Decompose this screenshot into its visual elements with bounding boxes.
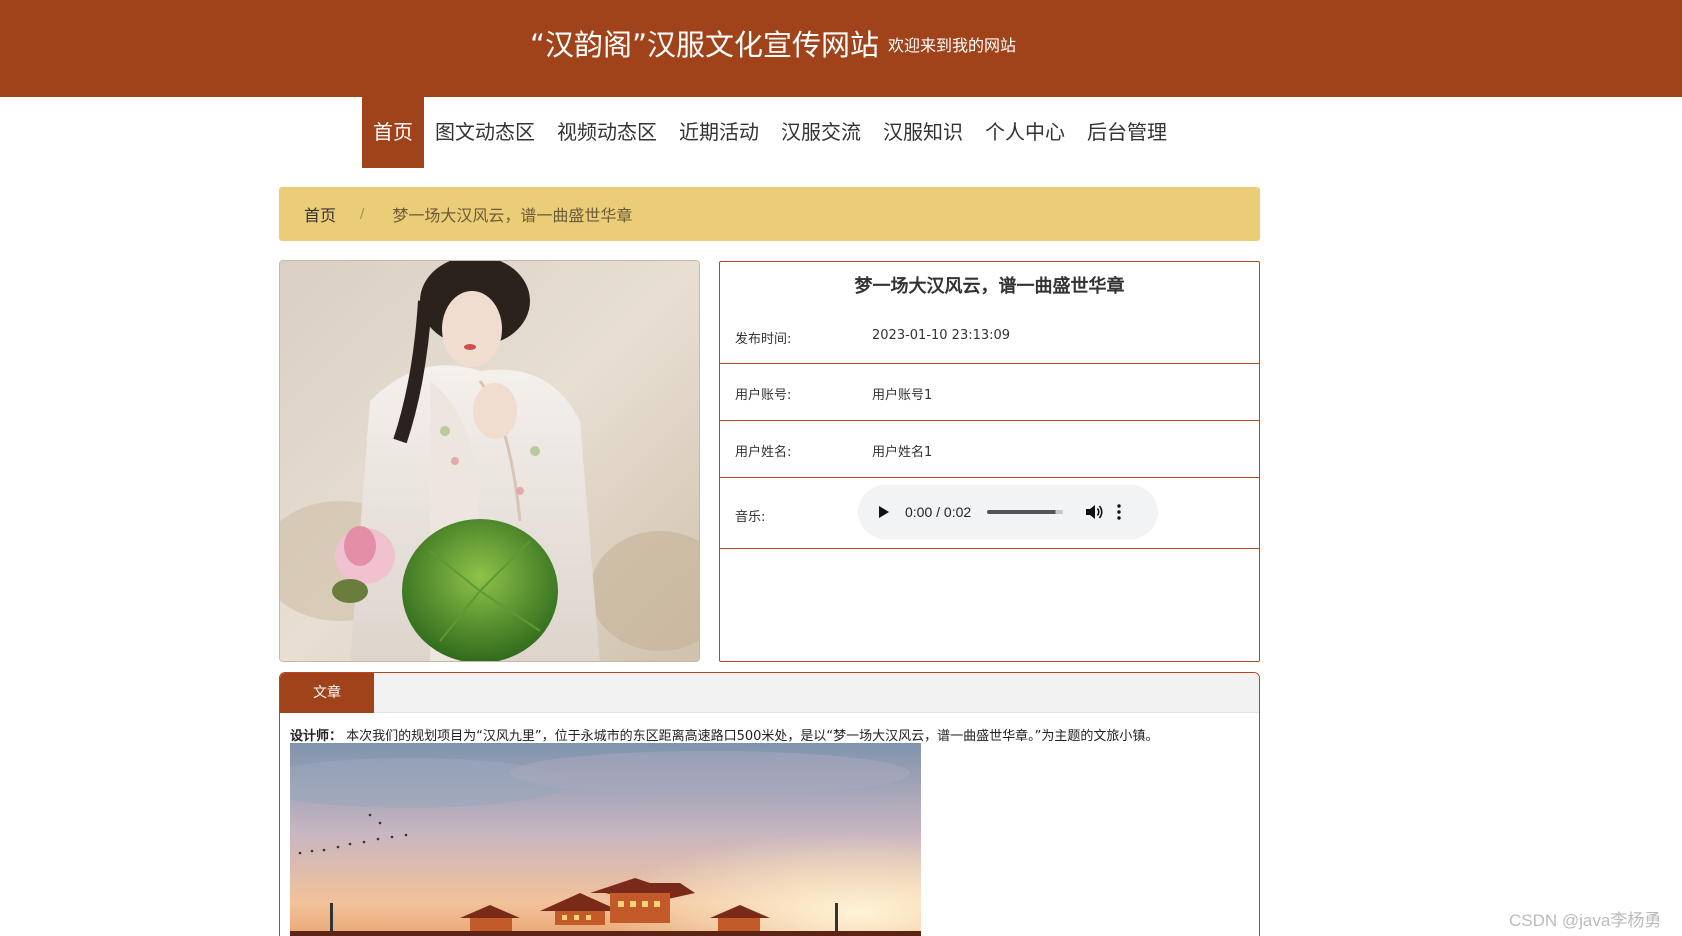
audio-time: 0:00 / 0:02 xyxy=(905,504,972,520)
detail-title: 梦一场大汉风云，谱一曲盛世华章 xyxy=(854,276,1125,297)
main-nav: 首页 图文动态区 视频动态区 近期活动 汉服交流 汉服知识 个人中心 后台管理 xyxy=(362,97,1178,168)
nav-item-image-news[interactable]: 图文动态区 xyxy=(424,97,546,168)
publish-time-value: 2023-01-10 23:13:09 xyxy=(872,328,1011,343)
site-title: “汉韵阁”汉服文化宣传网站 xyxy=(530,28,880,62)
account-label: 用户账号: xyxy=(735,388,792,403)
article-content: 设计师： 本次我们的规划项目为“汉风九里”，位于永城市的东区距离高速路口500米… xyxy=(280,713,1259,744)
detail-cover-image xyxy=(279,260,700,662)
publish-time-row: 发布时间: 2023-01-10 23:13:09 xyxy=(720,312,1259,364)
article-text: 本次我们的规划项目为“汉风九里”，位于永城市的东区距离高速路口500米处，是以“… xyxy=(342,729,1159,744)
music-label: 音乐: xyxy=(735,510,766,525)
name-label: 用户姓名: xyxy=(735,445,792,460)
more-options-icon[interactable] xyxy=(1117,504,1121,520)
audio-player: 0:00 / 0:02 xyxy=(858,485,1158,539)
nav-item-home[interactable]: 首页 xyxy=(362,97,424,168)
name-value: 用户姓名1 xyxy=(872,445,933,460)
breadcrumb-current: 梦一场大汉风云，谱一曲盛世华章 xyxy=(392,206,633,225)
breadcrumb-separator: / xyxy=(360,206,365,222)
tab-bar: 文章 xyxy=(280,673,1259,713)
publish-time-label: 发布时间: xyxy=(735,332,792,347)
nav-item-knowledge[interactable]: 汉服知识 xyxy=(872,97,974,168)
detail-info-table: 梦一场大汉风云，谱一曲盛世华章 发布时间: 2023-01-10 23:13:0… xyxy=(719,261,1260,662)
watermark: CSDN @java李杨勇 xyxy=(1509,911,1662,930)
nav-item-video-news[interactable]: 视频动态区 xyxy=(546,97,668,168)
music-row: 音乐: 0:00 / 0:02 xyxy=(720,478,1259,549)
site-subtitle: 欢迎来到我的网站 xyxy=(888,36,1017,55)
account-value: 用户账号1 xyxy=(872,388,933,403)
name-row: 用户姓名: 用户姓名1 xyxy=(720,421,1259,478)
tab-article[interactable]: 文章 xyxy=(280,673,374,713)
breadcrumb-home-link[interactable]: 首页 xyxy=(304,202,336,226)
nav-item-admin[interactable]: 后台管理 xyxy=(1076,97,1178,168)
account-row: 用户账号: 用户账号1 xyxy=(720,364,1259,421)
article-designer-label: 设计师： xyxy=(290,729,343,744)
nav-item-exchange[interactable]: 汉服交流 xyxy=(770,97,872,168)
audio-progress-slider[interactable] xyxy=(987,510,1064,514)
play-icon[interactable] xyxy=(879,506,889,518)
nav-item-events[interactable]: 近期活动 xyxy=(668,97,770,168)
article-panel: 文章 设计师： 本次我们的规划项目为“汉风九里”，位于永城市的东区距离高速路口5… xyxy=(279,672,1260,936)
article-image xyxy=(290,743,921,936)
nav-item-profile[interactable]: 个人中心 xyxy=(974,97,1076,168)
volume-icon[interactable] xyxy=(1085,504,1103,520)
site-header: “汉韵阁”汉服文化宣传网站 欢迎来到我的网站 xyxy=(0,0,1682,97)
breadcrumb: 首页 / 梦一场大汉风云，谱一曲盛世华章 xyxy=(279,187,1260,241)
